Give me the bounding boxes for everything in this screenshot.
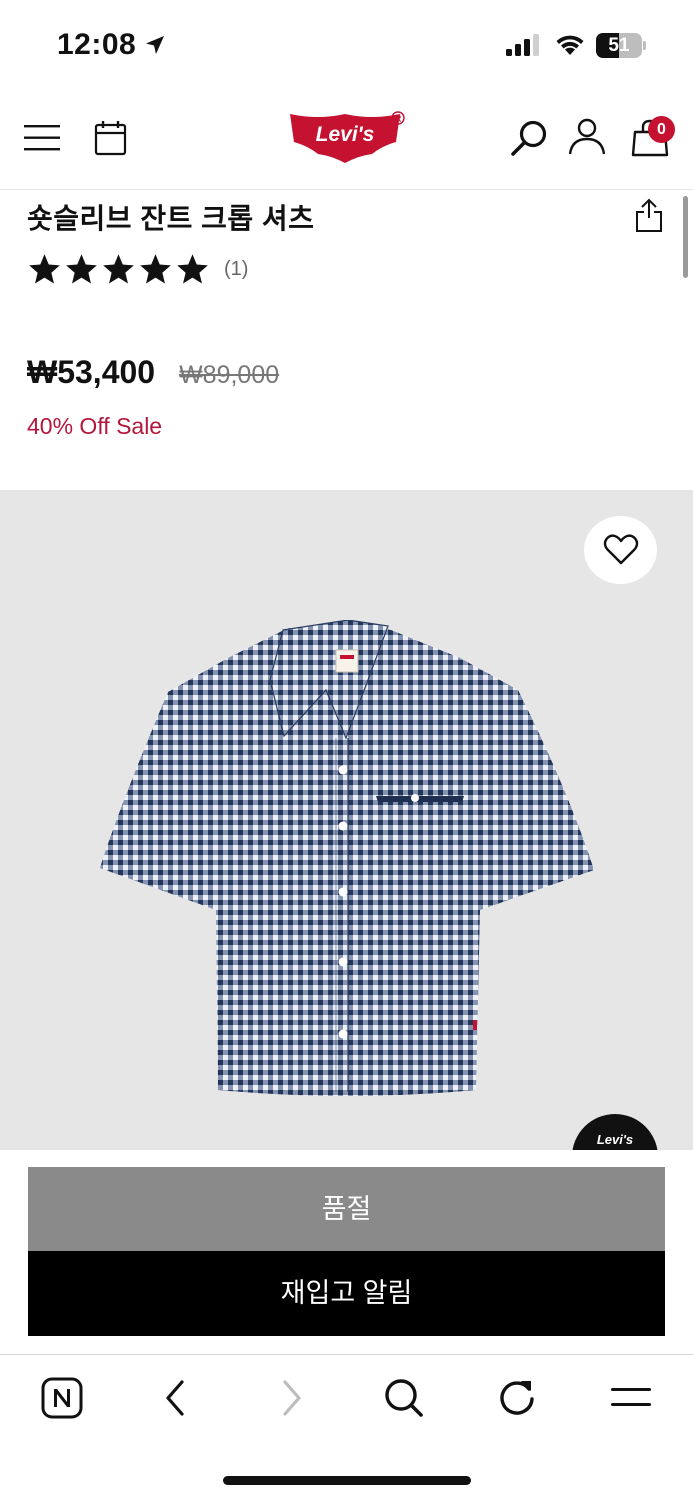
site-header: Levi's R 0 [0,92,693,278]
refresh-icon[interactable] [496,1377,538,1419]
sale-label: 40% Off Sale [27,413,163,439]
product-rating[interactable]: (1) [27,252,248,287]
account-icon[interactable] [567,117,607,157]
sold-out-button[interactable]: 품절 [28,1167,665,1251]
restock-notify-button[interactable]: 재입고 알림 [28,1251,665,1336]
search-icon[interactable] [383,1377,425,1419]
search-icon[interactable] [510,119,550,159]
battery-level: 51 [608,35,630,56]
cart-count-badge: 0 [648,116,675,143]
status-time: 12:08 [57,28,137,61]
scrollbar[interactable] [683,196,688,278]
browser-toolbar [0,1354,693,1500]
product-image[interactable]: Levi's [0,490,693,1150]
product-title: 숏슬리브 잔트 크롭 셔츠 [27,203,315,234]
price-current: ₩53,400 [27,354,156,390]
naver-home-icon[interactable] [41,1377,83,1419]
forward-icon[interactable] [279,1377,305,1419]
calendar-icon[interactable] [94,120,128,156]
shirt-image [100,620,594,1096]
share-icon[interactable] [635,198,663,234]
levis-logo[interactable]: Levi's R [288,110,406,164]
logo-wordmark: Levi's [316,123,375,146]
star-icon [29,254,60,284]
battery-indicator: 51 [596,33,646,58]
cellular-signal-icon [506,34,539,56]
menu-icon[interactable] [610,1377,652,1419]
svg-text:R: R [395,114,402,124]
pop-badge-label: Levi's [596,1132,634,1147]
levis-pop-badge: Levi's [572,1114,658,1150]
rating-stars [27,252,210,287]
wifi-icon [556,35,584,55]
star-icon [140,254,171,284]
wishlist-button[interactable] [584,516,657,584]
star-icon [177,254,208,284]
star-icon [66,254,97,284]
location-arrow-icon [146,36,164,54]
back-icon[interactable] [162,1377,188,1419]
star-icon [103,254,134,284]
menu-icon[interactable] [24,125,62,151]
home-indicator[interactable] [223,1476,471,1485]
price-original: ₩89,000 [179,361,280,389]
heart-icon [603,534,638,565]
status-bar: 12:08 51 [0,0,693,92]
price-row: ₩53,400 ₩89,000 [27,354,279,391]
review-count[interactable]: (1) [224,258,248,281]
